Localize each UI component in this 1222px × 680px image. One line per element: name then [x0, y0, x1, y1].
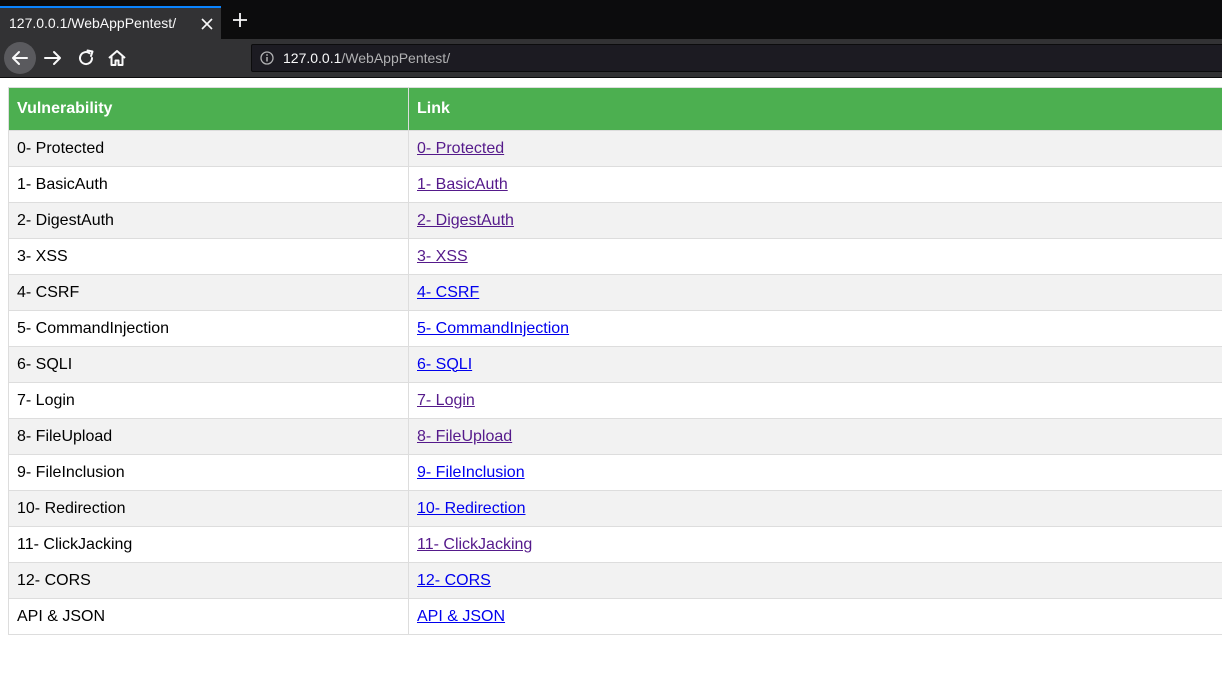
forward-arrow-icon[interactable] [41, 46, 65, 70]
column-header-vulnerability: Vulnerability [8, 87, 409, 131]
new-tab-plus-icon[interactable] [230, 10, 250, 30]
vulnerability-name: API & JSON [8, 598, 409, 635]
tab-bar: 127.0.0.1/WebAppPentest/ [0, 0, 1222, 39]
link-cell: 12- CORS [408, 562, 1222, 599]
link-cell: 7- Login [408, 382, 1222, 419]
vulnerability-name: 5- CommandInjection [8, 310, 409, 347]
vulnerability-name: 9- FileInclusion [8, 454, 409, 491]
vulnerability-name: 3- XSS [8, 238, 409, 275]
vulnerability-name: 6- SQLI [8, 346, 409, 383]
table-row: 0- Protected 0- Protected [8, 130, 1222, 167]
vulnerability-link[interactable]: 8- FileUpload [417, 428, 512, 445]
link-cell: 8- FileUpload [408, 418, 1222, 455]
link-cell: 11- ClickJacking [408, 526, 1222, 563]
column-header-link: Link [408, 87, 1222, 131]
vulnerability-link[interactable]: 11- ClickJacking [417, 536, 532, 553]
vulnerability-link[interactable]: 2- DigestAuth [417, 212, 514, 229]
link-cell: 4- CSRF [408, 274, 1222, 311]
tab-title: 127.0.0.1/WebAppPentest/ [9, 15, 177, 31]
vulnerability-link[interactable]: 5- CommandInjection [417, 320, 569, 337]
table-row: 6- SQLI 6- SQLI [8, 346, 1222, 383]
table-row: 3- XSS 3- XSS [8, 238, 1222, 275]
table-row: 10- Redirection 10- Redirection [8, 490, 1222, 527]
table-row: 7- Login 7- Login [8, 382, 1222, 419]
url-text: 127.0.0.1/WebAppPentest/ [283, 50, 450, 66]
link-cell: 5- CommandInjection [408, 310, 1222, 347]
reload-icon[interactable] [74, 46, 98, 70]
table-row: 11- ClickJacking 11- ClickJacking [8, 526, 1222, 563]
link-cell: 9- FileInclusion [408, 454, 1222, 491]
back-arrow-icon [12, 51, 28, 65]
table-row: 8- FileUpload 8- FileUpload [8, 418, 1222, 455]
vulnerability-name: 1- BasicAuth [8, 166, 409, 203]
vulnerability-link[interactable]: 4- CSRF [417, 284, 479, 301]
home-icon[interactable] [105, 46, 129, 70]
site-info-icon[interactable] [260, 51, 274, 65]
vulnerability-name: 2- DigestAuth [8, 202, 409, 239]
vulnerability-name: 7- Login [8, 382, 409, 419]
link-cell: 1- BasicAuth [408, 166, 1222, 203]
link-cell: 3- XSS [408, 238, 1222, 275]
vulnerability-link[interactable]: 7- Login [417, 392, 475, 409]
link-cell: API & JSON [408, 598, 1222, 635]
link-cell: 6- SQLI [408, 346, 1222, 383]
table-header-row: Vulnerability Link [8, 87, 1222, 131]
navigation-toolbar: 127.0.0.1/WebAppPentest/ [0, 39, 1222, 78]
link-cell: 2- DigestAuth [408, 202, 1222, 239]
table-row: 4- CSRF 4- CSRF [8, 274, 1222, 311]
vulnerability-name: 10- Redirection [8, 490, 409, 527]
vulnerability-name: 11- ClickJacking [8, 526, 409, 563]
address-bar[interactable]: 127.0.0.1/WebAppPentest/ [251, 44, 1222, 72]
table-row: 12- CORS 12- CORS [8, 562, 1222, 599]
table-row: 2- DigestAuth 2- DigestAuth [8, 202, 1222, 239]
back-button[interactable] [4, 42, 36, 74]
vulnerability-link[interactable]: 10- Redirection [417, 500, 526, 517]
vulnerability-name: 8- FileUpload [8, 418, 409, 455]
vulnerability-name: 0- Protected [8, 130, 409, 167]
vulnerability-link[interactable]: 1- BasicAuth [417, 176, 508, 193]
table-row: 9- FileInclusion 9- FileInclusion [8, 454, 1222, 491]
browser-tab[interactable]: 127.0.0.1/WebAppPentest/ [0, 6, 221, 39]
vulnerability-link[interactable]: 12- CORS [417, 572, 491, 589]
table-row: 1- BasicAuth 1- BasicAuth [8, 166, 1222, 203]
vulnerability-link[interactable]: 0- Protected [417, 140, 504, 157]
link-cell: 0- Protected [408, 130, 1222, 167]
vulnerability-name: 4- CSRF [8, 274, 409, 311]
close-icon[interactable] [199, 14, 215, 32]
vulnerability-link[interactable]: 9- FileInclusion [417, 464, 525, 481]
vulnerability-link[interactable]: 3- XSS [417, 248, 468, 265]
url-path: /WebAppPentest/ [341, 50, 451, 66]
table-row: 5- CommandInjection 5- CommandInjection [8, 310, 1222, 347]
table-row: API & JSON API & JSON [8, 598, 1222, 635]
vulnerability-table: Vulnerability Link 0- Protected 0- Protec… [8, 87, 1222, 635]
url-host: 127.0.0.1 [283, 50, 342, 66]
link-cell: 10- Redirection [408, 490, 1222, 527]
vulnerability-name: 12- CORS [8, 562, 409, 599]
vulnerability-link[interactable]: API & JSON [417, 608, 505, 625]
vulnerability-link[interactable]: 6- SQLI [417, 356, 472, 373]
